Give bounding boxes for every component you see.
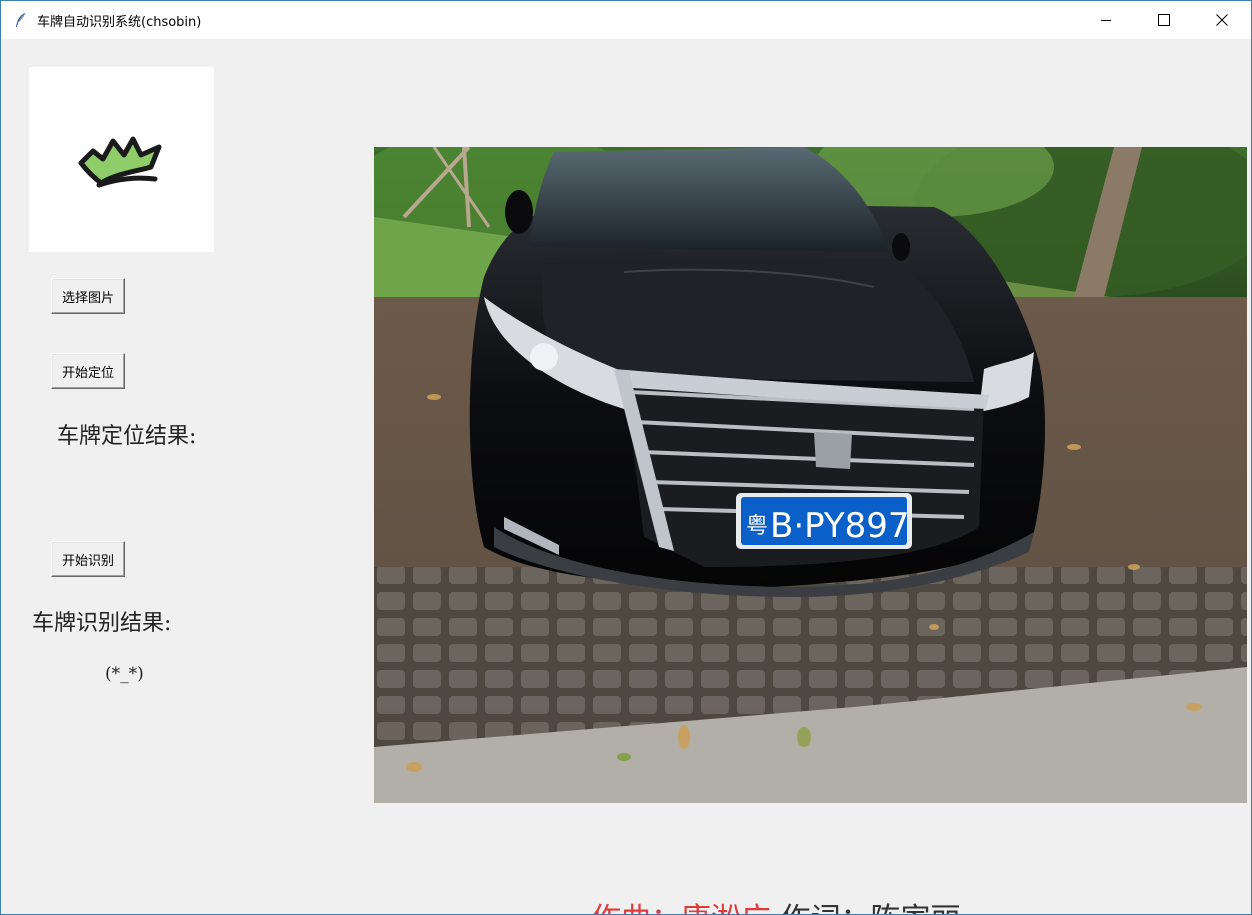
recognize-button[interactable]: 开始识别 bbox=[51, 541, 125, 577]
recognize-result-value: (*_*) bbox=[105, 664, 144, 684]
minimize-button[interactable] bbox=[1077, 1, 1135, 39]
select-image-button[interactable]: 选择图片 bbox=[51, 278, 125, 314]
title-bar[interactable]: 车牌自动识别系统(chsobin) bbox=[1, 1, 1251, 39]
app-window: 车牌自动识别系统(chsobin) 选择图片 开始定位 车牌定位结果: 开始识别… bbox=[0, 0, 1252, 915]
feather-icon bbox=[13, 12, 29, 28]
locate-button[interactable]: 开始定位 bbox=[51, 353, 125, 389]
recognize-result-label: 车牌识别结果: bbox=[32, 611, 172, 636]
maximize-button[interactable] bbox=[1135, 1, 1193, 39]
close-button[interactable] bbox=[1193, 1, 1251, 39]
minimize-icon bbox=[1100, 11, 1112, 30]
maximize-icon bbox=[1158, 11, 1170, 30]
plate-province: 粤 bbox=[746, 514, 768, 539]
window-title: 车牌自动识别系统(chsobin) bbox=[37, 14, 202, 30]
lyricist-credit: 作词：陈家丽 bbox=[781, 902, 961, 914]
locate-result-label: 车牌定位结果: bbox=[57, 424, 197, 449]
credits-footer: 作曲：康淞广 作词：陈家丽 bbox=[591, 894, 961, 914]
close-icon bbox=[1216, 11, 1228, 30]
crown-logo bbox=[78, 136, 162, 188]
logo-panel bbox=[29, 67, 214, 252]
composer-credit: 作曲：康淞广 bbox=[591, 902, 771, 914]
window-controls bbox=[1077, 1, 1251, 39]
car-photo: 粤 B·PY897 bbox=[374, 147, 1247, 803]
plate-number: B·PY897 bbox=[770, 506, 910, 546]
